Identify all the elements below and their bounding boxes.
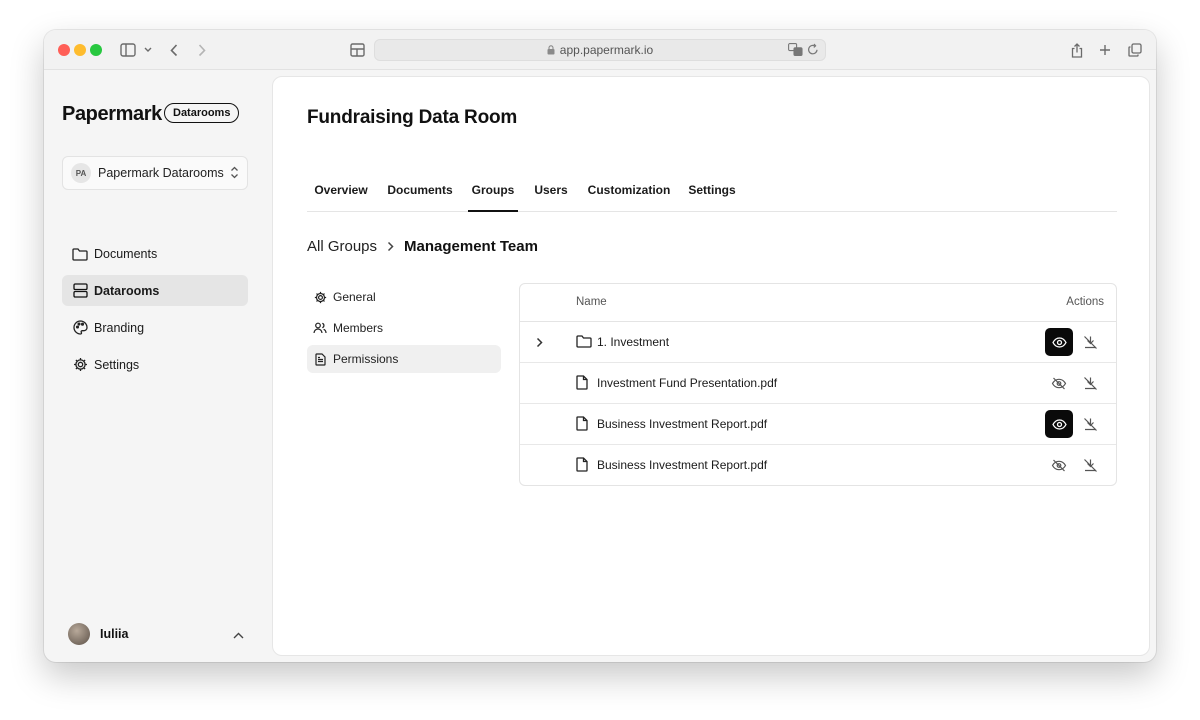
item-name: 1. Investment [597, 335, 670, 349]
team-selector[interactable]: PA Papermark Datarooms [62, 156, 248, 190]
download-off-icon [1083, 376, 1098, 391]
subnav-members[interactable]: Members [307, 314, 501, 342]
download-off-icon [1083, 417, 1098, 432]
tab-bar: Overview Documents Groups Users Customiz… [307, 177, 1117, 212]
chevron-right-icon [387, 241, 394, 252]
brand-logo[interactable]: Papermark [62, 103, 162, 126]
subnav-label: Permissions [333, 352, 399, 366]
close-window-button[interactable] [58, 44, 70, 56]
sidebar-item-label: Branding [94, 320, 145, 335]
sidebar: Papermark Datarooms PA Papermark Dataroo… [44, 70, 272, 662]
sidebar-item-settings[interactable]: Settings [62, 349, 248, 380]
breadcrumb-all-groups[interactable]: All Groups [307, 238, 377, 255]
table-row: 1. Investment [520, 322, 1116, 363]
subnav-label: General [333, 290, 376, 304]
team-name: Papermark Datarooms [98, 166, 224, 180]
item-name: Investment Fund Presentation.pdf [597, 376, 778, 390]
sidebar-item-branding[interactable]: Branding [62, 312, 248, 343]
subnav-general[interactable]: General [307, 283, 501, 311]
server-icon [72, 283, 88, 299]
breadcrumb: All Groups Management Team [307, 238, 538, 255]
tab-documents[interactable]: Documents [383, 177, 457, 212]
minimize-window-button[interactable] [74, 44, 86, 56]
folder-icon [576, 334, 592, 353]
sidebar-item-label: Settings [94, 357, 140, 372]
tabs-overview-icon[interactable] [1125, 40, 1145, 60]
table-row: Business Investment Report.pdf [520, 404, 1116, 445]
sidebar-item-label: Datarooms [94, 283, 160, 298]
file-icon [576, 457, 588, 477]
eye-off-icon [1051, 377, 1067, 390]
permissions-table: Name Actions 1. Investment Investment Fu… [519, 283, 1117, 486]
chevron-right-icon[interactable] [536, 335, 543, 353]
tab-groups[interactable]: Groups [468, 177, 518, 212]
lock-icon [547, 45, 555, 55]
subnav-permissions[interactable]: Permissions [307, 345, 501, 373]
chevron-up-icon [233, 626, 244, 644]
sidebar-item-documents[interactable]: Documents [62, 238, 248, 269]
share-icon[interactable] [1067, 40, 1087, 60]
sidebar-item-datarooms[interactable]: Datarooms [62, 275, 248, 306]
file-icon [576, 375, 588, 395]
zoom-window-button[interactable] [90, 44, 102, 56]
translate-icon[interactable] [788, 43, 803, 59]
breadcrumb-current: Management Team [404, 238, 538, 255]
main-content: Fundraising Data Room Overview Documents… [272, 76, 1150, 656]
palette-icon [72, 320, 88, 336]
back-icon[interactable] [164, 40, 184, 60]
address-bar[interactable]: app.papermark.io [374, 39, 826, 61]
browser-toolbar: app.papermark.io [44, 30, 1156, 70]
file-text-icon [313, 352, 327, 366]
eye-off-icon [1051, 459, 1067, 472]
sidebar-toggle-icon[interactable] [118, 40, 138, 60]
gear-icon [313, 290, 327, 304]
file-icon [576, 416, 588, 436]
user-menu[interactable]: Iuliia [68, 622, 244, 646]
view-toggle-button[interactable] [1045, 328, 1073, 356]
tab-settings[interactable]: Settings [685, 177, 739, 212]
table-header: Name Actions [520, 284, 1116, 322]
brand-badge: Datarooms [164, 103, 240, 123]
users-icon [313, 321, 327, 335]
gear-icon [72, 357, 88, 373]
tab-customization[interactable]: Customization [585, 177, 673, 212]
tab-overview[interactable]: Overview [307, 177, 375, 212]
browser-window: app.papermark.io Papermark Datarooms PA [44, 30, 1156, 662]
sidebar-item-label: Documents [94, 246, 158, 261]
eye-icon [1051, 336, 1067, 348]
subnav-label: Members [333, 321, 384, 335]
item-name: Business Investment Report.pdf [597, 458, 768, 472]
avatar [68, 623, 90, 645]
reload-icon[interactable] [807, 43, 819, 59]
forward-icon[interactable] [192, 40, 212, 60]
url-text: app.papermark.io [559, 43, 654, 57]
column-header-name: Name [576, 296, 607, 308]
download-toggle-button[interactable] [1076, 410, 1104, 438]
download-toggle-button[interactable] [1076, 328, 1104, 356]
download-off-icon [1083, 458, 1098, 473]
chevron-down-icon[interactable] [138, 40, 158, 60]
team-avatar: PA [71, 163, 91, 183]
new-tab-icon[interactable] [1095, 40, 1115, 60]
download-toggle-button[interactable] [1076, 451, 1104, 479]
user-name: Iuliia [100, 627, 129, 641]
view-toggle-button[interactable] [1045, 410, 1073, 438]
column-header-actions: Actions [1066, 296, 1104, 308]
download-off-icon [1083, 335, 1098, 350]
chevrons-up-down-icon [230, 166, 239, 184]
table-row: Investment Fund Presentation.pdf [520, 363, 1116, 404]
tab-overview-icon[interactable] [347, 40, 367, 60]
tab-users[interactable]: Users [531, 177, 571, 212]
view-toggle-button[interactable] [1045, 451, 1073, 479]
eye-icon [1051, 418, 1067, 430]
page-title: Fundraising Data Room [307, 107, 518, 128]
item-name: Business Investment Report.pdf [597, 417, 768, 431]
table-row: Business Investment Report.pdf [520, 445, 1116, 486]
download-toggle-button[interactable] [1076, 369, 1104, 397]
folder-icon [72, 246, 88, 262]
view-toggle-button[interactable] [1045, 369, 1073, 397]
